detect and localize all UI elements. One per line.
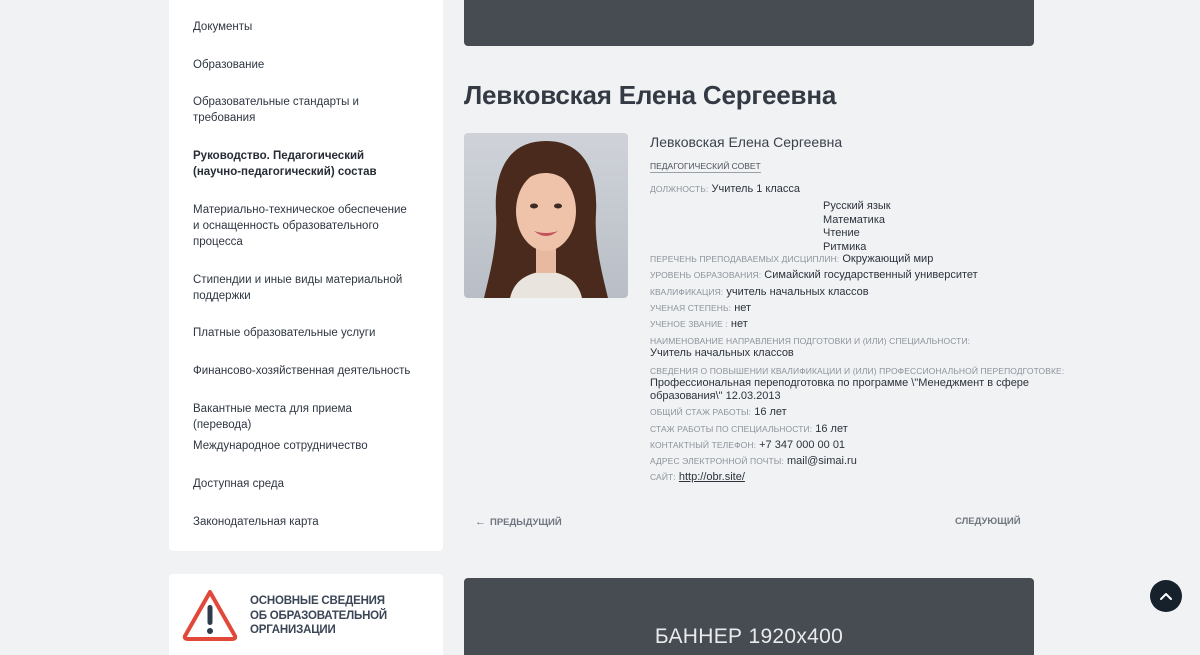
speciality-label-row: Наименование направления подготовки и (и… xyxy=(650,335,970,347)
sidebar-item-staff[interactable]: Руководство. Педагогический (научно-педа… xyxy=(193,148,413,180)
training-value-row1: Профессиональная переподготовка по прогр… xyxy=(650,377,1029,389)
basic-info-banner[interactable]: Основные сведения об образовательной орг… xyxy=(169,574,443,655)
sidebar-item-scholarships[interactable]: Стипендии и иные виды материальной подде… xyxy=(193,272,413,304)
total-experience-value: 16 лет xyxy=(754,406,787,418)
email-row: Адрес электронной почты: mail@simai.ru xyxy=(650,455,857,467)
staff-group-tag[interactable]: Педагогический совет xyxy=(650,161,761,173)
basic-info-text: Основные сведения об образовательной орг… xyxy=(250,594,387,638)
rank-label: Ученое звание : xyxy=(650,319,728,329)
sidebar-nav: Документы Образование Образовательные ст… xyxy=(169,0,443,551)
page-title: Левковская Елена Сергеевна xyxy=(464,80,837,110)
sidebar-item-legislation[interactable]: Законодательная карта xyxy=(193,514,413,530)
staff-name: Левковская Елена Сергеевна xyxy=(650,134,843,150)
phone-value: +7 347 000 00 01 xyxy=(759,439,846,451)
next-button[interactable]: Следующий xyxy=(955,516,1021,527)
training-value-line1: Профессиональная переподготовка по прогр… xyxy=(650,377,1030,389)
arrow-left-icon: ← xyxy=(475,516,486,528)
sidebar-item-paid-services[interactable]: Платные образовательные услуги xyxy=(193,325,413,341)
education-label: Уровень образования: xyxy=(650,270,762,280)
qualification-label: Квалификация: xyxy=(650,287,724,297)
rank-row: Ученое звание : нет xyxy=(650,318,748,330)
top-banner xyxy=(464,0,1034,46)
degree-row: Ученая степень: нет xyxy=(650,302,751,314)
warning-triangle-icon xyxy=(182,590,238,641)
chevron-up-icon xyxy=(1160,593,1172,600)
position-row: Должность: Учитель 1 класса xyxy=(650,183,800,195)
discipline-item: Русский язык xyxy=(823,200,891,212)
speciality-value-row: Учитель начальных классов xyxy=(650,347,794,359)
degree-value: нет xyxy=(734,302,752,314)
position-label: Должность: xyxy=(650,184,709,194)
staff-photo xyxy=(464,133,628,298)
sidebar-item-standards[interactable]: Образовательные стандарты и требования xyxy=(193,94,413,126)
training-label-row: Сведения о повышении квалификации и (или… xyxy=(650,365,1064,377)
basic-info-line2: об образовательной xyxy=(250,609,387,622)
position-value: Учитель 1 класса xyxy=(711,183,801,195)
basic-info-line3: организации xyxy=(250,624,336,636)
portrait-image xyxy=(464,133,628,298)
training-label: Сведения о повышении квалификации и (или… xyxy=(650,366,1065,376)
speciality-label: Наименование направления подготовки и (и… xyxy=(650,336,971,346)
training-value-row2: образования\" 12.03.2013 xyxy=(650,390,781,402)
phone-row: Контактный телефон: +7 347 000 00 01 xyxy=(650,439,845,451)
prev-button[interactable]: ← Предыдущий xyxy=(475,516,562,528)
total-experience-row: Общий стаж работы: 16 лет xyxy=(650,406,787,418)
next-label: Следующий xyxy=(955,516,1021,527)
training-value-line2: образования\" 12.03.2013 xyxy=(650,390,781,402)
bottom-banner[interactable]: БАННЕР 1920x400 xyxy=(464,578,1034,655)
education-row: Уровень образования: Симайский государст… xyxy=(650,269,978,281)
disciplines-row: Перечень преподаваемых дисциплин: Окружа… xyxy=(650,253,933,265)
education-value: Симайский государственный университет xyxy=(764,269,978,281)
discipline-item: Окружающий мир xyxy=(842,253,934,265)
discipline-item: Ритмика xyxy=(823,240,867,253)
disciplines-label: Перечень преподаваемых дисциплин: xyxy=(650,254,840,264)
email-value: mail@simai.ru xyxy=(786,455,857,467)
spec-experience-label: Стаж работы по специальности: xyxy=(650,424,813,434)
site-row: Сайт: http://obr.site/ xyxy=(650,471,745,483)
spec-experience-value: 16 лет xyxy=(815,423,848,435)
qualification-value: учитель начальных классов xyxy=(726,286,869,298)
sidebar-item-accessibility[interactable]: Доступная среда xyxy=(193,476,413,492)
sidebar-item-international[interactable]: Международное сотрудничество xyxy=(193,438,413,454)
discipline-item: Чтение xyxy=(823,227,860,239)
qualification-row: Квалификация: учитель начальных классов xyxy=(650,286,869,298)
rank-value: нет xyxy=(730,318,748,330)
spec-experience-row: Стаж работы по специальности: 16 лет xyxy=(650,423,848,435)
phone-label: Контактный телефон: xyxy=(650,440,757,450)
sidebar-item-education[interactable]: Образование xyxy=(193,57,413,73)
sidebar-item-vacancies[interactable]: Вакантные места для приема (перевода) xyxy=(193,401,413,433)
site-label: Сайт: xyxy=(650,472,676,482)
basic-info-line1: Основные сведения xyxy=(250,595,385,607)
speciality-value: Учитель начальных классов xyxy=(650,347,794,359)
sidebar-item-finance[interactable]: Финансово-хозяйственная деятельность xyxy=(193,363,413,379)
site-link[interactable]: http://obr.site/ xyxy=(679,471,745,483)
sidebar-item-equipment[interactable]: Материально-техническое обеспечение и ос… xyxy=(193,202,413,250)
sidebar-item-documents[interactable]: Документы xyxy=(193,19,413,35)
total-experience-label: Общий стаж работы: xyxy=(650,407,752,417)
banner-text: БАННЕР 1920x400 xyxy=(654,625,844,648)
disciplines-list: Русский язык Математика Чтение Ритмика xyxy=(823,200,891,254)
prev-label: Предыдущий xyxy=(490,517,562,528)
discipline-item: Математика xyxy=(823,213,885,226)
email-label: Адрес электронной почты: xyxy=(650,456,784,466)
degree-label: Ученая степень: xyxy=(650,303,732,313)
scroll-top-button[interactable] xyxy=(1150,580,1182,612)
